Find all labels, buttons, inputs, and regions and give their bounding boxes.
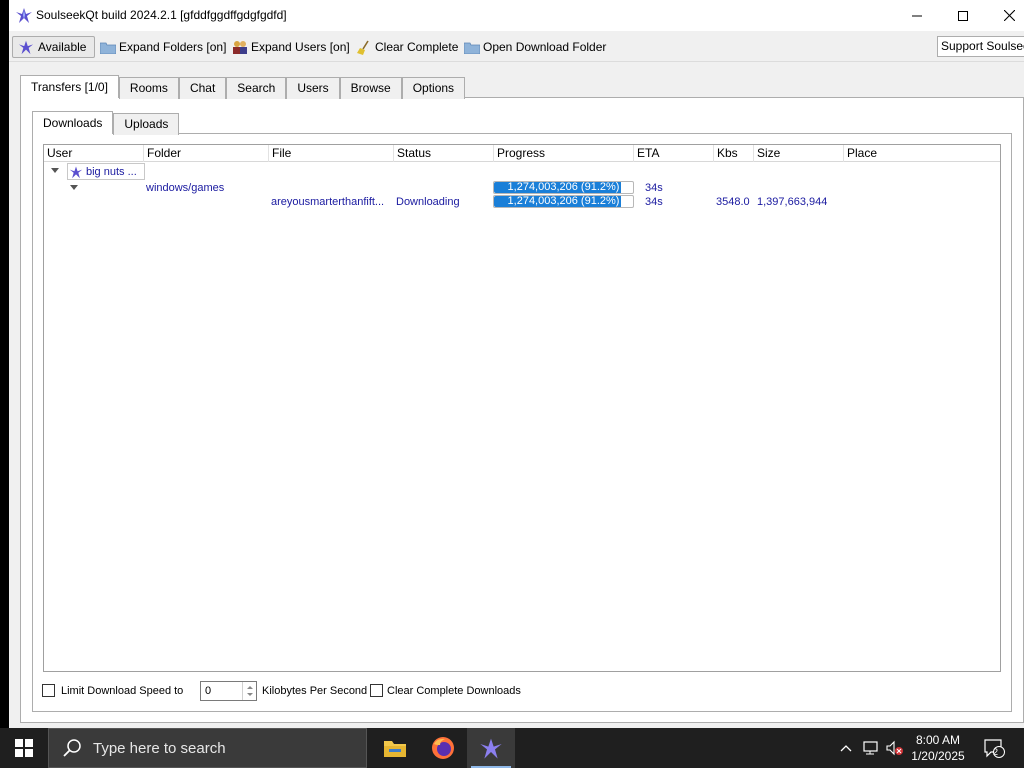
show-hidden-icons-button[interactable] xyxy=(836,728,856,768)
close-button[interactable] xyxy=(986,0,1024,31)
kbs-value: 3548.0 xyxy=(716,196,750,208)
column-status[interactable]: Status xyxy=(394,145,494,162)
speed-limit-spinbox[interactable]: 0 xyxy=(200,681,257,701)
soulseek-bird-icon xyxy=(15,6,33,24)
support-soulseek-button[interactable]: Support Soulseek xyxy=(937,36,1024,57)
expand-users-label: Expand Users [on] xyxy=(251,40,350,54)
column-place[interactable]: Place xyxy=(844,145,1000,162)
tab-downloads[interactable]: Downloads xyxy=(32,111,114,134)
network-tray-button[interactable] xyxy=(860,728,882,768)
downloads-table[interactable]: User Folder File Status Progress ETA Kbs… xyxy=(43,144,1001,672)
tab-rooms[interactable]: Rooms xyxy=(118,77,179,99)
units-label: Kilobytes Per Second xyxy=(262,685,368,697)
tab-users[interactable]: Users xyxy=(286,77,340,99)
users-icon xyxy=(233,41,247,54)
soulseek-bird-icon xyxy=(480,738,502,759)
column-user[interactable]: User xyxy=(44,145,144,162)
status-value: Downloading xyxy=(396,196,460,208)
clear-complete-downloads-checkbox[interactable] xyxy=(370,684,383,697)
chevron-down-icon[interactable] xyxy=(51,168,59,173)
clock-date: 1/20/2025 xyxy=(911,749,965,763)
spin-up-down-icon xyxy=(247,686,253,696)
size-value: 1,397,663,944 xyxy=(757,196,828,208)
tab-browse[interactable]: Browse xyxy=(339,77,402,99)
action-center-button[interactable]: 2 xyxy=(980,728,1008,768)
expand-folders-button[interactable]: Expand Folders [on] xyxy=(100,36,226,58)
notification-count: 2 xyxy=(993,747,999,757)
file-row[interactable]: areyousmarterthanfift... Downloading 1,2… xyxy=(44,195,1000,209)
user-row[interactable] xyxy=(44,163,1000,177)
windows-logo-icon xyxy=(15,739,33,757)
firefox-taskbar-button[interactable] xyxy=(419,728,467,768)
soulseek-bird-icon xyxy=(18,40,34,55)
progress-text: 1,274,003,206 (91.2%) xyxy=(507,181,620,193)
maximize-button[interactable] xyxy=(940,0,986,31)
column-file[interactable]: File xyxy=(269,145,394,162)
tab-options[interactable]: Options xyxy=(401,77,466,99)
taskbar-search-box[interactable]: Type here to search xyxy=(48,728,367,768)
tab-chat[interactable]: Chat xyxy=(178,77,227,99)
column-eta[interactable]: ETA xyxy=(634,145,714,162)
limit-speed-checkbox[interactable] xyxy=(42,684,55,697)
folder-progress-bar: 1,274,003,206 (91.2%) xyxy=(493,181,634,194)
file-explorer-taskbar-button[interactable] xyxy=(371,728,419,768)
table-header: User Folder File Status Progress ETA Kbs… xyxy=(44,145,1000,162)
download-options-bar: Limit Download Speed to 0 Kilobytes Per … xyxy=(42,680,1002,702)
tab-search[interactable]: Search xyxy=(226,77,287,99)
minimize-icon xyxy=(912,15,922,16)
minimize-button[interactable] xyxy=(894,0,940,31)
open-download-folder-button[interactable]: Open Download Folder xyxy=(464,36,606,58)
expand-users-button[interactable]: Expand Users [on] xyxy=(232,36,350,58)
user-chip[interactable]: big nuts ... xyxy=(67,163,145,180)
title-bar: SoulseekQt build 2024.2.1 [gfddfggdffgdg… xyxy=(9,0,1024,31)
eta-value: 34s xyxy=(645,196,663,208)
maximize-icon xyxy=(958,10,968,21)
search-placeholder: Type here to search xyxy=(93,739,226,757)
spin-arrows[interactable] xyxy=(242,682,256,700)
speed-limit-value: 0 xyxy=(205,685,212,697)
available-label: Available xyxy=(38,40,87,54)
app-window: SoulseekQt build 2024.2.1 [gfddfggdffgdg… xyxy=(9,0,1024,728)
broom-icon xyxy=(357,40,369,55)
window-title: SoulseekQt build 2024.2.1 [gfddfggdffgdg… xyxy=(36,8,287,22)
clear-complete-label: Clear Complete xyxy=(375,40,459,54)
user-name: big nuts ... xyxy=(86,165,137,178)
clock-time: 8:00 AM xyxy=(915,733,961,747)
open-download-folder-label: Open Download Folder xyxy=(483,40,607,54)
firefox-icon xyxy=(432,737,454,759)
sub-tab-bar: Downloads Uploads xyxy=(32,111,180,135)
chevron-up-icon xyxy=(840,745,852,752)
clear-complete-downloads-label: Clear Complete Downloads xyxy=(387,685,521,697)
clear-complete-button[interactable]: Clear Complete xyxy=(356,36,458,58)
soulseek-bird-icon xyxy=(69,166,83,178)
magnifier-icon xyxy=(63,739,81,757)
column-progress[interactable]: Progress xyxy=(494,145,634,162)
soulseek-taskbar-button[interactable] xyxy=(467,728,515,768)
tab-uploads[interactable]: Uploads xyxy=(113,113,180,135)
tab-transfers[interactable]: Transfers [1/0] xyxy=(20,75,119,98)
main-tab-bar: Transfers [1/0] Rooms Chat Search Users … xyxy=(20,75,466,99)
limit-speed-label: Limit Download Speed to xyxy=(61,685,184,697)
taskbar-clock[interactable]: 8:00 AM 1/20/2025 xyxy=(902,732,974,764)
column-size[interactable]: Size xyxy=(754,145,844,162)
folder-row[interactable]: windows/games 1,274,003,206 (91.2%) 34s xyxy=(44,181,1000,195)
folder-icon xyxy=(464,42,480,54)
network-icon xyxy=(863,741,878,755)
file-explorer-icon xyxy=(384,741,406,757)
column-folder[interactable]: Folder xyxy=(144,145,269,162)
eta-value: 34s xyxy=(645,182,663,194)
progress-text: 1,274,003,206 (91.2%) xyxy=(507,195,620,207)
expand-folders-label: Expand Folders [on] xyxy=(119,40,227,54)
windows-taskbar: Type here to search 8:00 AM 1/20/2025 2 xyxy=(0,728,1024,768)
file-progress-bar: 1,274,003,206 (91.2%) xyxy=(493,195,634,208)
close-icon xyxy=(1003,10,1015,21)
folder-icon xyxy=(100,42,116,54)
folder-name: windows/games xyxy=(146,182,225,194)
file-name: areyousmarterthanfift... xyxy=(271,196,385,208)
available-button[interactable]: Available xyxy=(12,36,96,58)
start-button[interactable] xyxy=(0,728,48,768)
toolbar: Available Expand Folders [on] Expand Use… xyxy=(9,31,1024,62)
column-kbs[interactable]: Kbs xyxy=(714,145,754,162)
chevron-down-icon[interactable] xyxy=(70,185,78,190)
